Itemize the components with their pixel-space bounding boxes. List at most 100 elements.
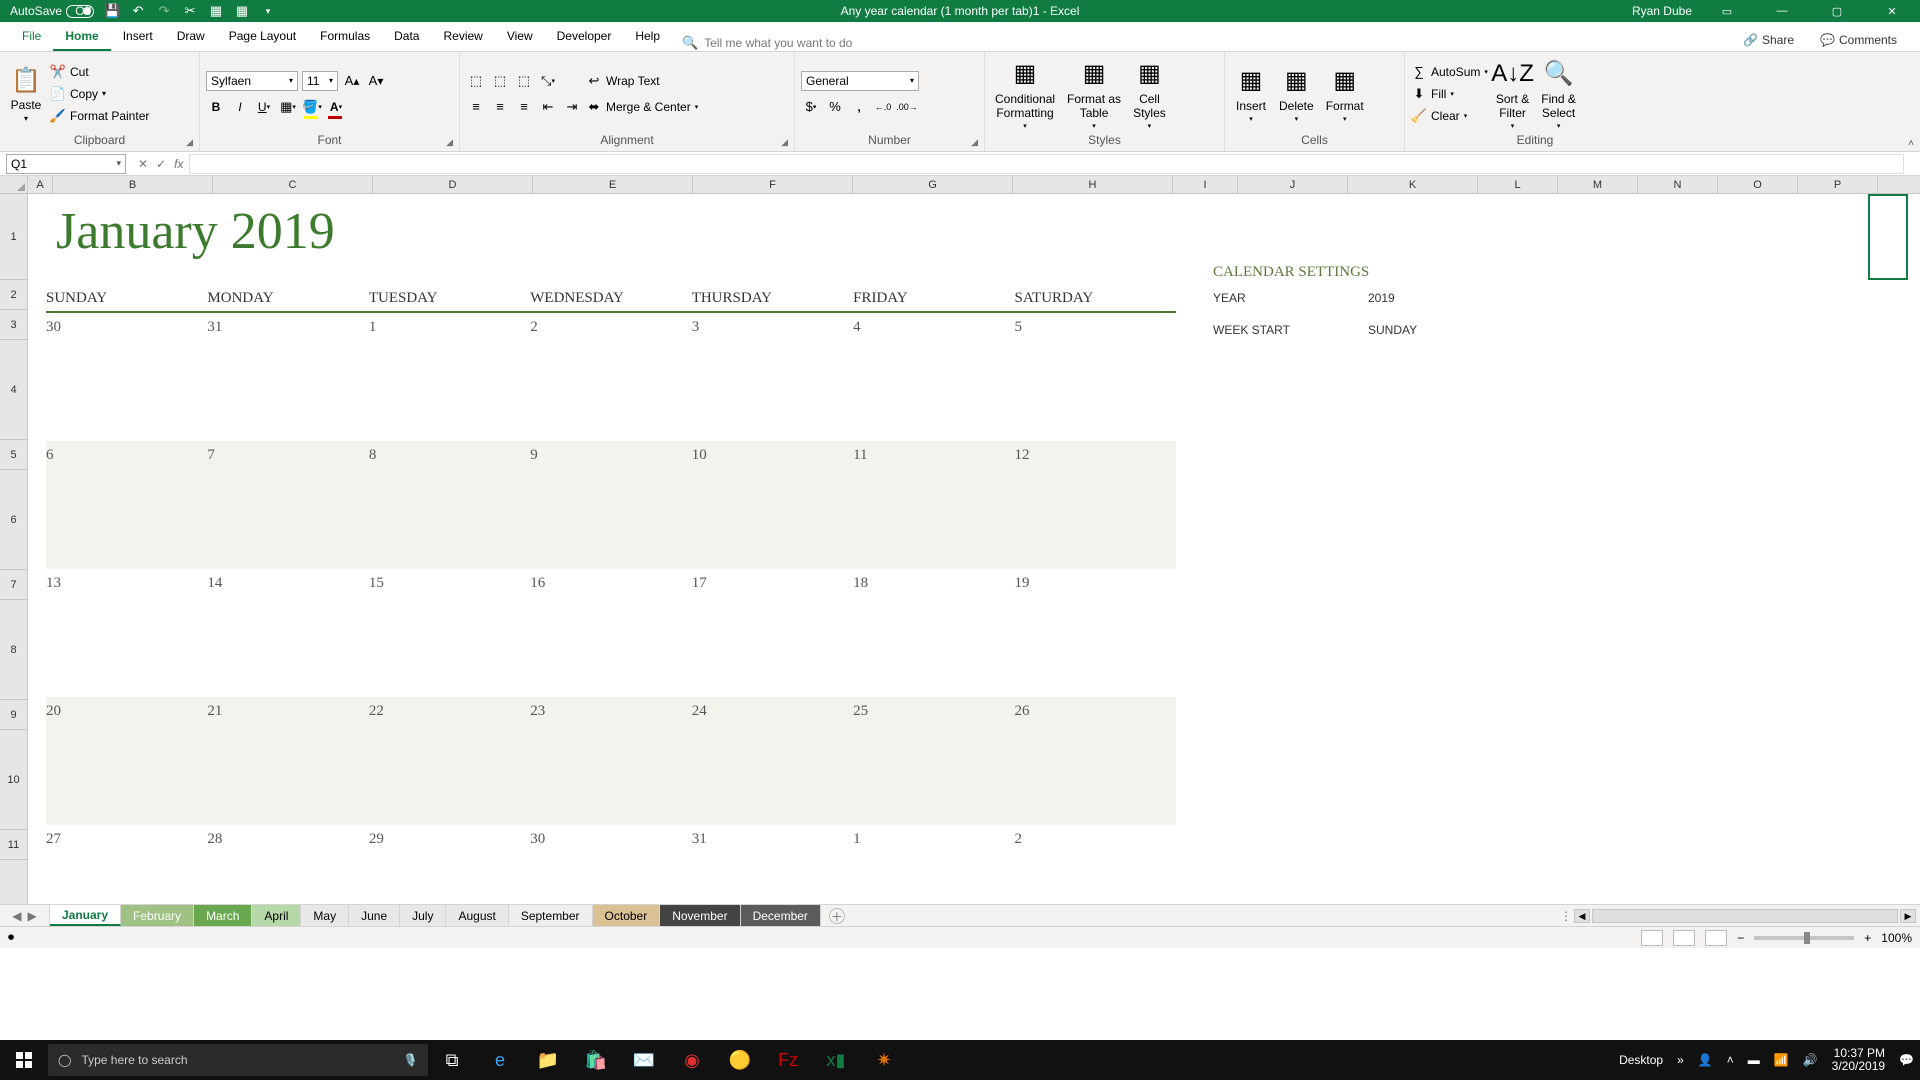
page-layout-view-icon[interactable] [1673,930,1695,946]
zoom-out-icon[interactable]: − [1737,931,1744,945]
ribbon-tab-view[interactable]: View [495,23,545,51]
orientation-icon[interactable]: ⤡▾ [538,71,558,91]
calendar-date-cell[interactable]: 7 [207,441,368,471]
calendar-date-cell[interactable]: 11 [853,441,1014,471]
volume-icon[interactable]: 🔊 [1803,1053,1818,1067]
ribbon-tab-page-layout[interactable]: Page Layout [217,23,308,51]
decrease-indent-icon[interactable]: ⇤ [538,97,558,117]
row-header[interactable]: 4 [0,340,27,440]
column-header[interactable]: H [1013,176,1173,193]
ribbon-tab-data[interactable]: Data [382,23,431,51]
calendar-date-cell[interactable]: 1 [369,313,530,343]
excel-taskbar-icon[interactable]: x▮ [812,1040,860,1080]
account-name[interactable]: Ryan Dube [1632,4,1692,18]
calendar-body-cell[interactable] [1015,343,1176,441]
ribbon-tab-help[interactable]: Help [623,23,672,51]
battery-icon[interactable]: ▬ [1748,1053,1760,1067]
align-top-icon[interactable]: ⬚ [466,71,486,91]
column-header[interactable]: O [1718,176,1798,193]
normal-view-icon[interactable] [1641,930,1663,946]
sheet-tab-october[interactable]: October [593,905,661,926]
calendar-date-cell[interactable]: 20 [46,697,207,727]
align-right-icon[interactable]: ≡ [514,97,534,117]
formula-bar[interactable] [189,154,1904,174]
filezilla-icon[interactable]: Fz [764,1040,812,1080]
qat-icon[interactable]: ▦ [208,3,224,19]
enter-formula-icon[interactable]: ✓ [156,157,166,171]
overflow-icon[interactable]: » [1677,1053,1684,1067]
calendar-body-cell[interactable] [207,343,368,441]
sheet-tab-june[interactable]: June [349,905,400,926]
calendar-date-cell[interactable]: 22 [369,697,530,727]
ribbon-display-icon[interactable]: ▭ [1707,0,1747,22]
action-center-icon[interactable]: 💬 [1899,1053,1914,1067]
desktop-label[interactable]: Desktop [1619,1053,1663,1067]
insert-cells-button[interactable]: ▦Insert▾ [1231,63,1271,125]
file-explorer-icon[interactable]: 📁 [524,1040,572,1080]
calendar-body-cell[interactable] [1015,471,1176,569]
calendar-date-cell[interactable]: 30 [46,313,207,343]
sheet-tab-july[interactable]: July [400,905,446,926]
column-header[interactable]: P [1798,176,1878,193]
ribbon-tab-insert[interactable]: Insert [111,23,165,51]
hscroll-right-icon[interactable]: ▶ [1900,909,1916,923]
row-header[interactable]: 2 [0,280,27,310]
calendar-body-cell[interactable] [1015,727,1176,825]
zoom-slider[interactable] [1754,936,1854,940]
calendar-date-cell[interactable]: 14 [207,569,368,599]
row-header[interactable]: 11 [0,830,27,860]
italic-button[interactable]: I [230,97,250,117]
calendar-body-cell[interactable] [207,599,368,697]
clear-button[interactable]: 🧹Clear ▾ [1411,106,1488,126]
calendar-date-cell[interactable]: 15 [369,569,530,599]
percent-icon[interactable]: % [825,97,845,117]
align-left-icon[interactable]: ≡ [466,97,486,117]
font-size-combo[interactable]: 11▾ [302,71,338,91]
delete-cells-button[interactable]: ▦Delete▾ [1275,63,1318,125]
sheet-tab-august[interactable]: August [446,905,508,926]
calendar-body-cell[interactable] [853,343,1014,441]
dialog-launcher-icon[interactable]: ◢ [781,137,788,148]
people-icon[interactable]: 👤 [1698,1053,1713,1067]
new-sheet-button[interactable]: ＋ [829,908,845,924]
ribbon-tab-home[interactable]: Home [53,23,110,51]
wrap-text-button[interactable]: ↩Wrap Text [586,71,698,91]
zoom-in-icon[interactable]: + [1864,931,1871,945]
app-icon[interactable]: ✷ [860,1040,908,1080]
sheet-tab-march[interactable]: March [194,905,252,926]
sheet-tab-september[interactable]: September [509,905,593,926]
calendar-date-cell[interactable]: 18 [853,569,1014,599]
mic-icon[interactable]: 🎙️ [403,1053,418,1067]
increase-indent-icon[interactable]: ⇥ [562,97,582,117]
calendar-body-cell[interactable] [207,727,368,825]
calendar-date-cell[interactable]: 8 [369,441,530,471]
calendar-date-cell[interactable]: 19 [1015,569,1176,599]
calendar-body-cell[interactable] [530,727,691,825]
row-header[interactable]: 6 [0,470,27,570]
calendar-date-cell[interactable]: 6 [46,441,207,471]
chrome-icon[interactable]: 🟡 [716,1040,764,1080]
calendar-body-cell[interactable] [692,599,853,697]
align-center-icon[interactable]: ≡ [490,97,510,117]
column-header[interactable]: D [373,176,533,193]
copy-button[interactable]: 📄Copy ▾ [50,84,149,104]
merge-center-button[interactable]: ⬌Merge & Center ▾ [586,97,698,117]
fill-color-button[interactable]: 🪣▾ [302,97,322,117]
calendar-body-cell[interactable] [369,471,530,569]
column-header[interactable]: A [28,176,53,193]
decrease-decimal-icon[interactable]: .00→ [897,97,917,117]
paste-button[interactable]: 📋 Paste▾ [6,62,46,125]
conditional-formatting-button[interactable]: ▦Conditional Formatting ▾ [991,56,1059,132]
hscroll-track[interactable] [1592,909,1898,923]
grow-font-icon[interactable]: A▴ [342,71,362,91]
page-break-view-icon[interactable] [1705,930,1727,946]
calendar-date-cell[interactable]: 16 [530,569,691,599]
calendar-date-cell[interactable]: 12 [1015,441,1176,471]
share-button[interactable]: 🔗 Share [1735,29,1802,51]
calendar-date-cell[interactable]: 23 [530,697,691,727]
calendar-date-cell[interactable]: 30 [530,825,691,855]
fill-button[interactable]: ⬇Fill ▾ [1411,84,1488,104]
column-header[interactable]: I [1173,176,1238,193]
start-button[interactable] [0,1040,48,1080]
calendar-date-cell[interactable]: 24 [692,697,853,727]
